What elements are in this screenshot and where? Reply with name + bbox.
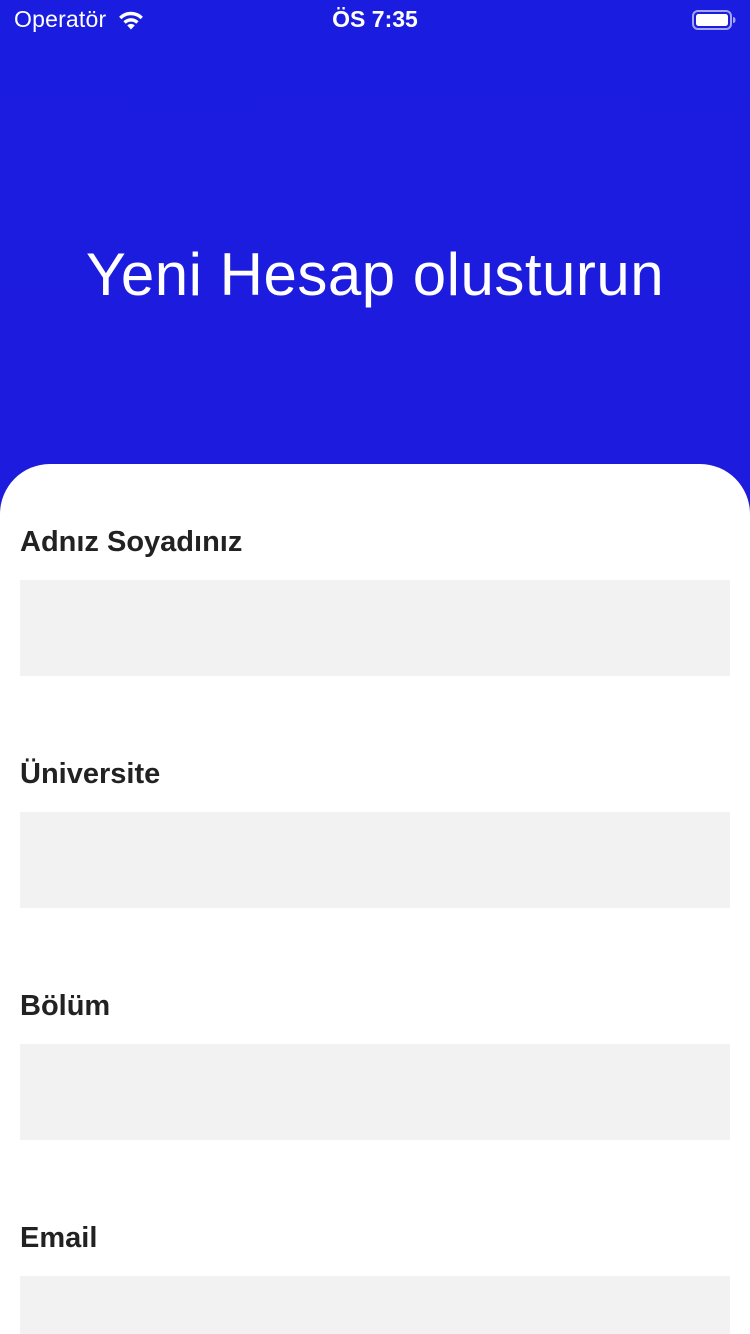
name-input[interactable] xyxy=(20,580,730,676)
page-title: Yeni Hesap olusturun xyxy=(85,241,665,309)
status-time: ÖS 7:35 xyxy=(332,6,418,32)
name-label: Adnız Soyadınız xyxy=(20,526,243,558)
status-bar: Operatör ÖS 7:35 xyxy=(0,0,750,40)
university-label: Üniversite xyxy=(20,758,161,790)
name-field: Adnız Soyadınız xyxy=(20,522,730,676)
university-input[interactable] xyxy=(20,812,730,908)
battery-icon xyxy=(692,10,736,30)
email-field: Email xyxy=(20,1218,730,1334)
email-input[interactable] xyxy=(20,1276,730,1334)
screen: Operatör ÖS 7:35 Yeni Hesap olusturun Ad… xyxy=(0,0,750,1334)
department-input[interactable] xyxy=(20,1044,730,1140)
email-label: Email xyxy=(20,1222,98,1254)
form-sheet: Adnız Soyadınız Üniversite Bölüm Email xyxy=(0,464,750,1334)
department-label: Bölüm xyxy=(20,990,111,1022)
department-field: Bölüm xyxy=(20,986,730,1140)
university-field: Üniversite xyxy=(20,754,730,908)
